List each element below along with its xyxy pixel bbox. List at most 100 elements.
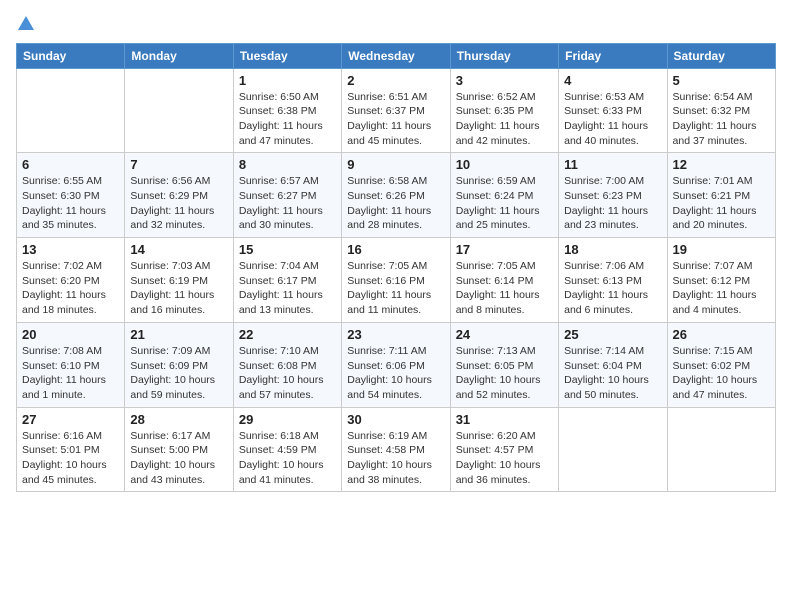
day-number: 14 xyxy=(130,242,227,257)
calendar-cell: 24Sunrise: 7:13 AMSunset: 6:05 PMDayligh… xyxy=(450,322,558,407)
calendar-header-sunday: Sunday xyxy=(17,43,125,68)
day-info: Sunrise: 7:09 AMSunset: 6:09 PMDaylight:… xyxy=(130,344,227,403)
page-header xyxy=(16,16,776,35)
day-number: 31 xyxy=(456,412,553,427)
calendar-cell: 7 Sunrise: 6:56 AMSunset: 6:29 PMDaylight… xyxy=(125,153,233,238)
calendar-cell: 15 Sunrise: 7:04 AMSunset: 6:17 PMDayligh… xyxy=(233,238,341,323)
calendar-table: SundayMondayTuesdayWednesdayThursdayFrid… xyxy=(16,43,776,493)
day-number: 3 xyxy=(456,73,553,88)
day-number: 16 xyxy=(347,242,444,257)
day-info: Sunrise: 7:03 AMSunset: 6:19 PMDaylight:… xyxy=(130,259,227,318)
day-info: Sunrise: 6:56 AMSunset: 6:29 PMDaylight:… xyxy=(130,174,227,233)
calendar-cell: 26Sunrise: 7:15 AMSunset: 6:02 PMDayligh… xyxy=(667,322,775,407)
calendar-cell: 27 Sunrise: 6:16 AMSunset: 5:01 PMDayligh… xyxy=(17,407,125,492)
calendar-cell: 6 Sunrise: 6:55 AMSunset: 6:30 PMDaylight… xyxy=(17,153,125,238)
calendar-cell: 16 Sunrise: 7:05 AMSunset: 6:16 PMDayligh… xyxy=(342,238,450,323)
day-info: Sunrise: 7:08 AMSunset: 6:10 PMDaylight:… xyxy=(22,344,119,403)
day-info: Sunrise: 6:54 AMSunset: 6:32 PMDaylight:… xyxy=(673,90,770,149)
day-number: 4 xyxy=(564,73,661,88)
day-info: Sunrise: 7:05 AMSunset: 6:14 PMDaylight:… xyxy=(456,259,553,318)
calendar-cell: 13 Sunrise: 7:02 AMSunset: 6:20 PMDayligh… xyxy=(17,238,125,323)
calendar-header-monday: Monday xyxy=(125,43,233,68)
day-number: 29 xyxy=(239,412,336,427)
calendar-cell xyxy=(17,68,125,153)
calendar-cell: 18Sunrise: 7:06 AMSunset: 6:13 PMDayligh… xyxy=(559,238,667,323)
day-number: 21 xyxy=(130,327,227,342)
logo-arrow-icon xyxy=(18,16,34,35)
calendar-week-4: 20 Sunrise: 7:08 AMSunset: 6:10 PMDayligh… xyxy=(17,322,776,407)
day-info: Sunrise: 6:53 AMSunset: 6:33 PMDaylight:… xyxy=(564,90,661,149)
day-number: 28 xyxy=(130,412,227,427)
calendar-cell: 5 Sunrise: 6:54 AMSunset: 6:32 PMDaylight… xyxy=(667,68,775,153)
calendar-cell: 31 Sunrise: 6:20 AMSunset: 4:57 PMDayligh… xyxy=(450,407,558,492)
day-number: 18 xyxy=(564,242,661,257)
calendar-cell: 9 Sunrise: 6:58 AMSunset: 6:26 PMDaylight… xyxy=(342,153,450,238)
calendar-cell: 20 Sunrise: 7:08 AMSunset: 6:10 PMDayligh… xyxy=(17,322,125,407)
day-number: 25 xyxy=(564,327,661,342)
day-info: Sunrise: 7:05 AMSunset: 6:16 PMDaylight:… xyxy=(347,259,444,318)
day-number: 22 xyxy=(239,327,336,342)
day-info: Sunrise: 6:18 AMSunset: 4:59 PMDaylight:… xyxy=(239,429,336,488)
calendar-cell: 4 Sunrise: 6:53 AMSunset: 6:33 PMDaylight… xyxy=(559,68,667,153)
day-info: Sunrise: 7:00 AMSunset: 6:23 PMDaylight:… xyxy=(564,174,661,233)
calendar-cell: 1 Sunrise: 6:50 AMSunset: 6:38 PMDaylight… xyxy=(233,68,341,153)
calendar-week-2: 6 Sunrise: 6:55 AMSunset: 6:30 PMDaylight… xyxy=(17,153,776,238)
day-number: 9 xyxy=(347,157,444,172)
day-info: Sunrise: 7:10 AMSunset: 6:08 PMDaylight:… xyxy=(239,344,336,403)
day-number: 5 xyxy=(673,73,770,88)
day-info: Sunrise: 6:19 AMSunset: 4:58 PMDaylight:… xyxy=(347,429,444,488)
day-number: 27 xyxy=(22,412,119,427)
calendar-cell: 8 Sunrise: 6:57 AMSunset: 6:27 PMDaylight… xyxy=(233,153,341,238)
calendar-header-saturday: Saturday xyxy=(667,43,775,68)
day-info: Sunrise: 7:07 AMSunset: 6:12 PMDaylight:… xyxy=(673,259,770,318)
day-number: 8 xyxy=(239,157,336,172)
calendar-header-tuesday: Tuesday xyxy=(233,43,341,68)
day-info: Sunrise: 6:59 AMSunset: 6:24 PMDaylight:… xyxy=(456,174,553,233)
logo xyxy=(16,16,34,35)
day-info: Sunrise: 7:02 AMSunset: 6:20 PMDaylight:… xyxy=(22,259,119,318)
calendar-week-1: 1 Sunrise: 6:50 AMSunset: 6:38 PMDaylight… xyxy=(17,68,776,153)
calendar-cell: 14 Sunrise: 7:03 AMSunset: 6:19 PMDayligh… xyxy=(125,238,233,323)
calendar-header-friday: Friday xyxy=(559,43,667,68)
day-number: 12 xyxy=(673,157,770,172)
calendar-cell: 23Sunrise: 7:11 AMSunset: 6:06 PMDayligh… xyxy=(342,322,450,407)
day-number: 19 xyxy=(673,242,770,257)
day-number: 15 xyxy=(239,242,336,257)
day-info: Sunrise: 6:50 AMSunset: 6:38 PMDaylight:… xyxy=(239,90,336,149)
calendar-cell: 21 Sunrise: 7:09 AMSunset: 6:09 PMDayligh… xyxy=(125,322,233,407)
day-info: Sunrise: 7:13 AMSunset: 6:05 PMDaylight:… xyxy=(456,344,553,403)
calendar-cell: 17 Sunrise: 7:05 AMSunset: 6:14 PMDayligh… xyxy=(450,238,558,323)
day-info: Sunrise: 6:51 AMSunset: 6:37 PMDaylight:… xyxy=(347,90,444,149)
calendar-header-row: SundayMondayTuesdayWednesdayThursdayFrid… xyxy=(17,43,776,68)
day-info: Sunrise: 6:52 AMSunset: 6:35 PMDaylight:… xyxy=(456,90,553,149)
day-number: 7 xyxy=(130,157,227,172)
day-number: 1 xyxy=(239,73,336,88)
calendar-cell: 2Sunrise: 6:51 AMSunset: 6:37 PMDaylight… xyxy=(342,68,450,153)
calendar-week-3: 13 Sunrise: 7:02 AMSunset: 6:20 PMDayligh… xyxy=(17,238,776,323)
calendar-cell xyxy=(667,407,775,492)
calendar-cell: 25 Sunrise: 7:14 AMSunset: 6:04 PMDayligh… xyxy=(559,322,667,407)
day-number: 6 xyxy=(22,157,119,172)
day-number: 10 xyxy=(456,157,553,172)
day-number: 11 xyxy=(564,157,661,172)
day-info: Sunrise: 6:55 AMSunset: 6:30 PMDaylight:… xyxy=(22,174,119,233)
day-info: Sunrise: 6:17 AMSunset: 5:00 PMDaylight:… xyxy=(130,429,227,488)
day-number: 30 xyxy=(347,412,444,427)
calendar-cell xyxy=(559,407,667,492)
day-info: Sunrise: 6:20 AMSunset: 4:57 PMDaylight:… xyxy=(456,429,553,488)
day-info: Sunrise: 6:16 AMSunset: 5:01 PMDaylight:… xyxy=(22,429,119,488)
day-info: Sunrise: 6:57 AMSunset: 6:27 PMDaylight:… xyxy=(239,174,336,233)
calendar-cell: 10 Sunrise: 6:59 AMSunset: 6:24 PMDayligh… xyxy=(450,153,558,238)
calendar-cell xyxy=(125,68,233,153)
calendar-cell: 12Sunrise: 7:01 AMSunset: 6:21 PMDayligh… xyxy=(667,153,775,238)
day-number: 13 xyxy=(22,242,119,257)
day-info: Sunrise: 7:04 AMSunset: 6:17 PMDaylight:… xyxy=(239,259,336,318)
day-info: Sunrise: 7:14 AMSunset: 6:04 PMDaylight:… xyxy=(564,344,661,403)
day-number: 17 xyxy=(456,242,553,257)
calendar-cell: 30 Sunrise: 6:19 AMSunset: 4:58 PMDayligh… xyxy=(342,407,450,492)
calendar-cell: 22 Sunrise: 7:10 AMSunset: 6:08 PMDayligh… xyxy=(233,322,341,407)
calendar-cell: 29 Sunrise: 6:18 AMSunset: 4:59 PMDayligh… xyxy=(233,407,341,492)
calendar-header-wednesday: Wednesday xyxy=(342,43,450,68)
day-number: 20 xyxy=(22,327,119,342)
day-info: Sunrise: 6:58 AMSunset: 6:26 PMDaylight:… xyxy=(347,174,444,233)
